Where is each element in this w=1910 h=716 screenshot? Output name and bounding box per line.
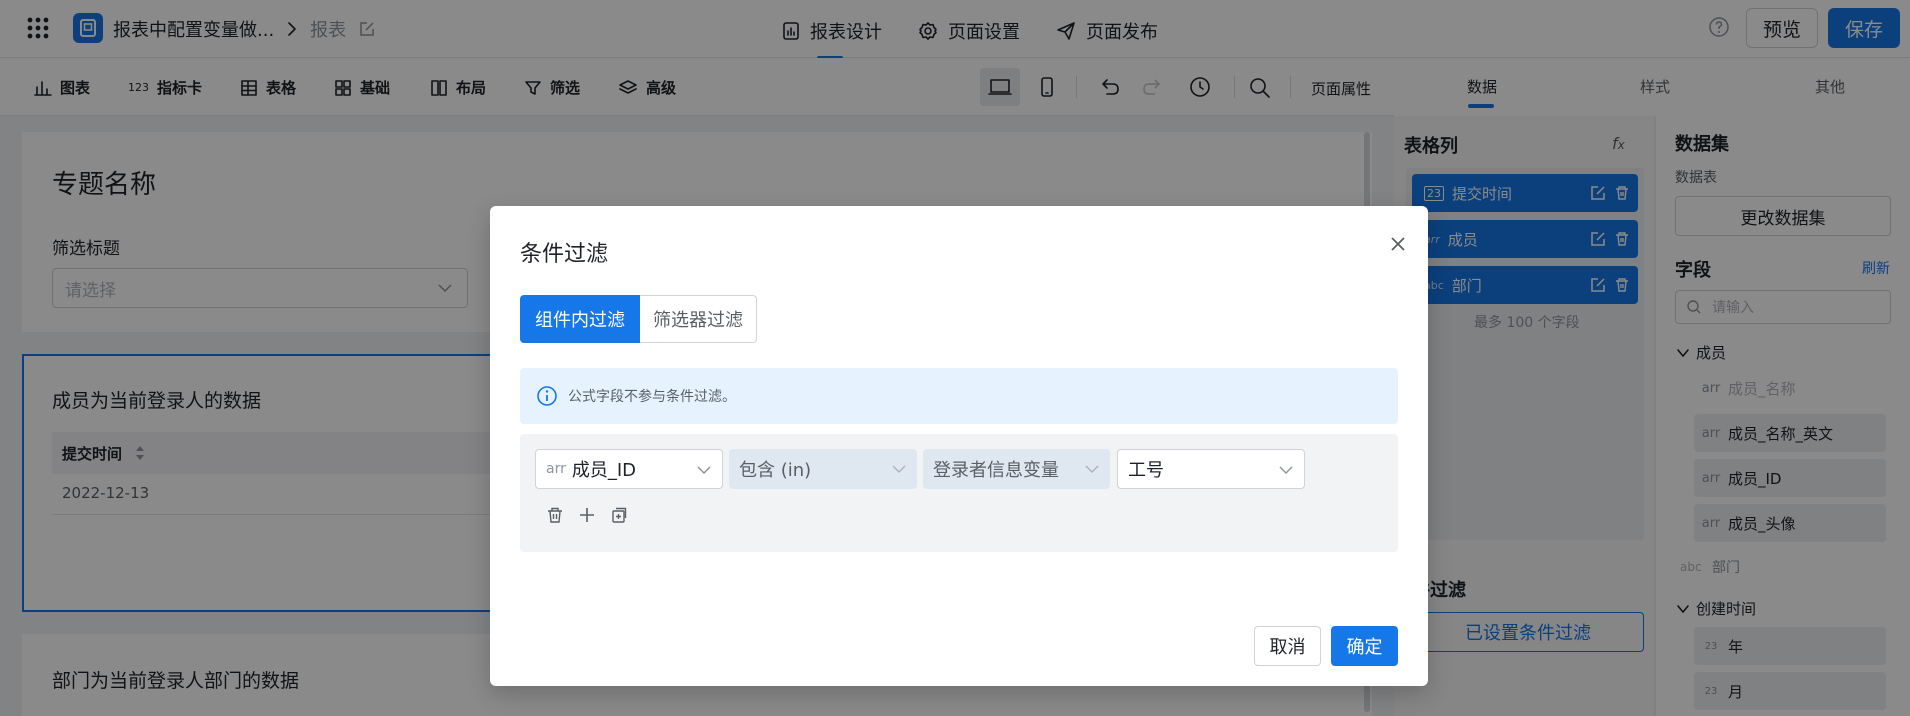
condition-operator-value: 包含 (in) <box>739 460 812 481</box>
info-text: 公式字段不参与条件过滤。 <box>568 389 736 405</box>
chevron-down-icon <box>697 466 711 475</box>
tab-selector-filter[interactable]: 筛选器过滤 <box>640 295 757 343</box>
condition-value: 工号 <box>1128 460 1164 481</box>
trash-icon[interactable] <box>546 506 564 524</box>
condition-field-value: 成员_ID <box>571 460 637 481</box>
array-type-icon: arr <box>546 461 566 477</box>
close-icon[interactable] <box>1390 236 1406 252</box>
plus-icon[interactable] <box>578 506 596 524</box>
chevron-down-icon <box>1279 466 1293 475</box>
condition-field-select[interactable]: arr 成员_ID <box>535 449 723 489</box>
copy-icon[interactable] <box>610 506 628 524</box>
tab-in-component-filter[interactable]: 组件内过滤 <box>520 295 640 343</box>
condition-value-source-select[interactable]: 登录者信息变量 <box>923 449 1110 489</box>
chevron-down-icon <box>1085 465 1099 474</box>
chevron-down-icon <box>892 465 906 474</box>
cancel-button[interactable]: 取消 <box>1254 626 1321 666</box>
condition-value-source: 登录者信息变量 <box>933 460 1059 481</box>
condition-filter-dialog: 条件过滤 组件内过滤 筛选器过滤 公式字段不参与条件过滤。 arr 成员_ID … <box>490 206 1428 686</box>
condition-row: arr 成员_ID 包含 (in) 登录者信息变量 工号 <box>520 434 1398 552</box>
condition-operator-select[interactable]: 包含 (in) <box>729 449 917 489</box>
condition-value-select[interactable]: 工号 <box>1117 449 1305 489</box>
dialog-title: 条件过滤 <box>520 242 609 267</box>
info-icon <box>537 386 557 406</box>
confirm-button[interactable]: 确定 <box>1331 626 1398 666</box>
info-banner: 公式字段不参与条件过滤。 <box>520 368 1398 424</box>
